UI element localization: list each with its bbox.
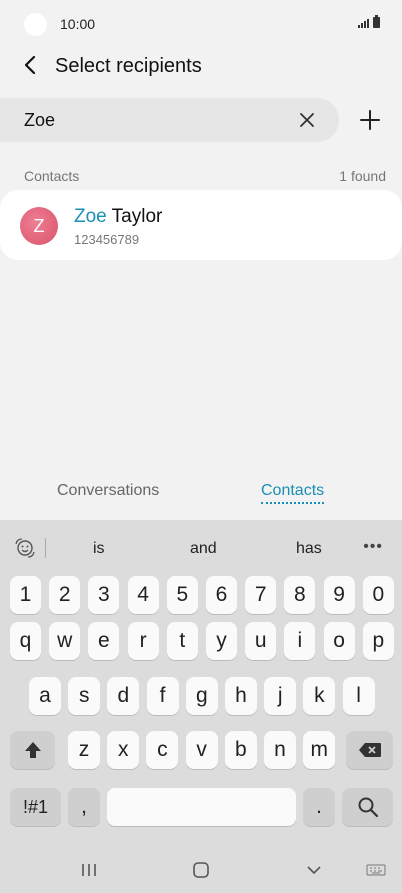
- contact-name-rest: Taylor: [106, 206, 163, 227]
- more-options-icon[interactable]: •••: [363, 538, 383, 556]
- search-input[interactable]: [24, 98, 274, 142]
- suggestion-word[interactable]: and: [190, 540, 217, 558]
- avatar: Z: [20, 207, 58, 245]
- contact-name-match: Zoe: [74, 206, 107, 227]
- app-header: Select recipients: [0, 48, 402, 88]
- key-p[interactable]: p: [362, 622, 394, 660]
- key-d[interactable]: d: [107, 677, 140, 715]
- key-e[interactable]: e: [88, 622, 120, 660]
- contact-item[interactable]: Z Zoe Taylor 123456789: [0, 190, 402, 260]
- key-i[interactable]: i: [284, 622, 316, 660]
- section-header: Contacts 1 found: [24, 168, 386, 184]
- add-recipient-icon[interactable]: [358, 108, 382, 132]
- contact-name: Zoe Taylor: [74, 206, 162, 228]
- battery-icon: [373, 15, 380, 28]
- key-8[interactable]: 8: [284, 576, 316, 614]
- clear-search-icon[interactable]: [297, 110, 317, 130]
- key-q[interactable]: q: [10, 622, 41, 660]
- key-c[interactable]: c: [146, 731, 179, 769]
- suggestion-word[interactable]: has: [296, 540, 322, 558]
- comma-key[interactable]: ,: [68, 788, 100, 826]
- shift-icon: [24, 742, 41, 758]
- home-icon[interactable]: [192, 861, 210, 879]
- system-icons: [358, 15, 380, 28]
- navigation-bar: [0, 848, 402, 893]
- key-6[interactable]: 6: [206, 576, 237, 614]
- signal-icon: [358, 19, 369, 28]
- key-v[interactable]: v: [185, 731, 218, 769]
- key-f[interactable]: f: [146, 677, 179, 715]
- chevron-down-icon[interactable]: [305, 861, 323, 879]
- section-label: Contacts: [24, 168, 80, 184]
- key-r[interactable]: r: [127, 622, 159, 660]
- search-key[interactable]: [342, 788, 393, 826]
- recent-apps-icon[interactable]: [80, 861, 98, 879]
- bottom-tabs: Conversations Contacts: [0, 478, 402, 508]
- key-5[interactable]: 5: [166, 576, 198, 614]
- camera-cutout: [24, 13, 47, 36]
- key-k[interactable]: k: [303, 677, 336, 715]
- backspace-icon: [358, 743, 381, 757]
- key-s[interactable]: s: [68, 677, 101, 715]
- search-bar: [0, 98, 339, 142]
- key-9[interactable]: 9: [323, 576, 355, 614]
- page-title: Select recipients: [55, 55, 202, 77]
- key-y[interactable]: y: [206, 622, 237, 660]
- key-2[interactable]: 2: [49, 576, 81, 614]
- status-bar: 10:00: [0, 0, 402, 48]
- key-0[interactable]: 0: [362, 576, 394, 614]
- tab-contacts[interactable]: Contacts: [261, 482, 325, 504]
- result-count: 1 found: [339, 168, 386, 184]
- key-j[interactable]: j: [264, 677, 297, 715]
- key-a[interactable]: a: [29, 677, 61, 715]
- key-3[interactable]: 3: [88, 576, 120, 614]
- key-4[interactable]: 4: [127, 576, 159, 614]
- key-g[interactable]: g: [185, 677, 218, 715]
- key-l[interactable]: l: [342, 677, 375, 715]
- symbols-key[interactable]: !#1: [10, 788, 61, 826]
- emoji-sticker-icon[interactable]: [14, 537, 36, 559]
- backspace-key[interactable]: [346, 731, 393, 769]
- key-7[interactable]: 7: [245, 576, 277, 614]
- key-b[interactable]: b: [224, 731, 257, 769]
- search-icon: [358, 797, 378, 818]
- status-time: 10:00: [60, 16, 96, 32]
- key-m[interactable]: m: [303, 731, 336, 769]
- shift-key[interactable]: [10, 731, 55, 769]
- key-u[interactable]: u: [245, 622, 277, 660]
- suggestion-word[interactable]: is: [93, 540, 105, 558]
- key-n[interactable]: n: [264, 731, 296, 769]
- tab-conversations[interactable]: Conversations: [57, 482, 159, 500]
- key-h[interactable]: h: [225, 677, 257, 715]
- period-key[interactable]: .: [303, 788, 335, 826]
- keyboard-icon[interactable]: [366, 861, 386, 879]
- key-1[interactable]: 1: [10, 576, 41, 614]
- contact-number: 123456789: [74, 232, 140, 247]
- suggestion-bar: is and has •••: [0, 520, 402, 576]
- back-arrow-icon[interactable]: [18, 52, 44, 78]
- key-z[interactable]: z: [68, 731, 100, 769]
- key-t[interactable]: t: [166, 622, 198, 660]
- space-key[interactable]: [107, 788, 296, 826]
- key-w[interactable]: w: [49, 622, 81, 660]
- key-x[interactable]: x: [107, 731, 140, 769]
- key-o[interactable]: o: [323, 622, 355, 660]
- suggestion-divider: [45, 538, 46, 558]
